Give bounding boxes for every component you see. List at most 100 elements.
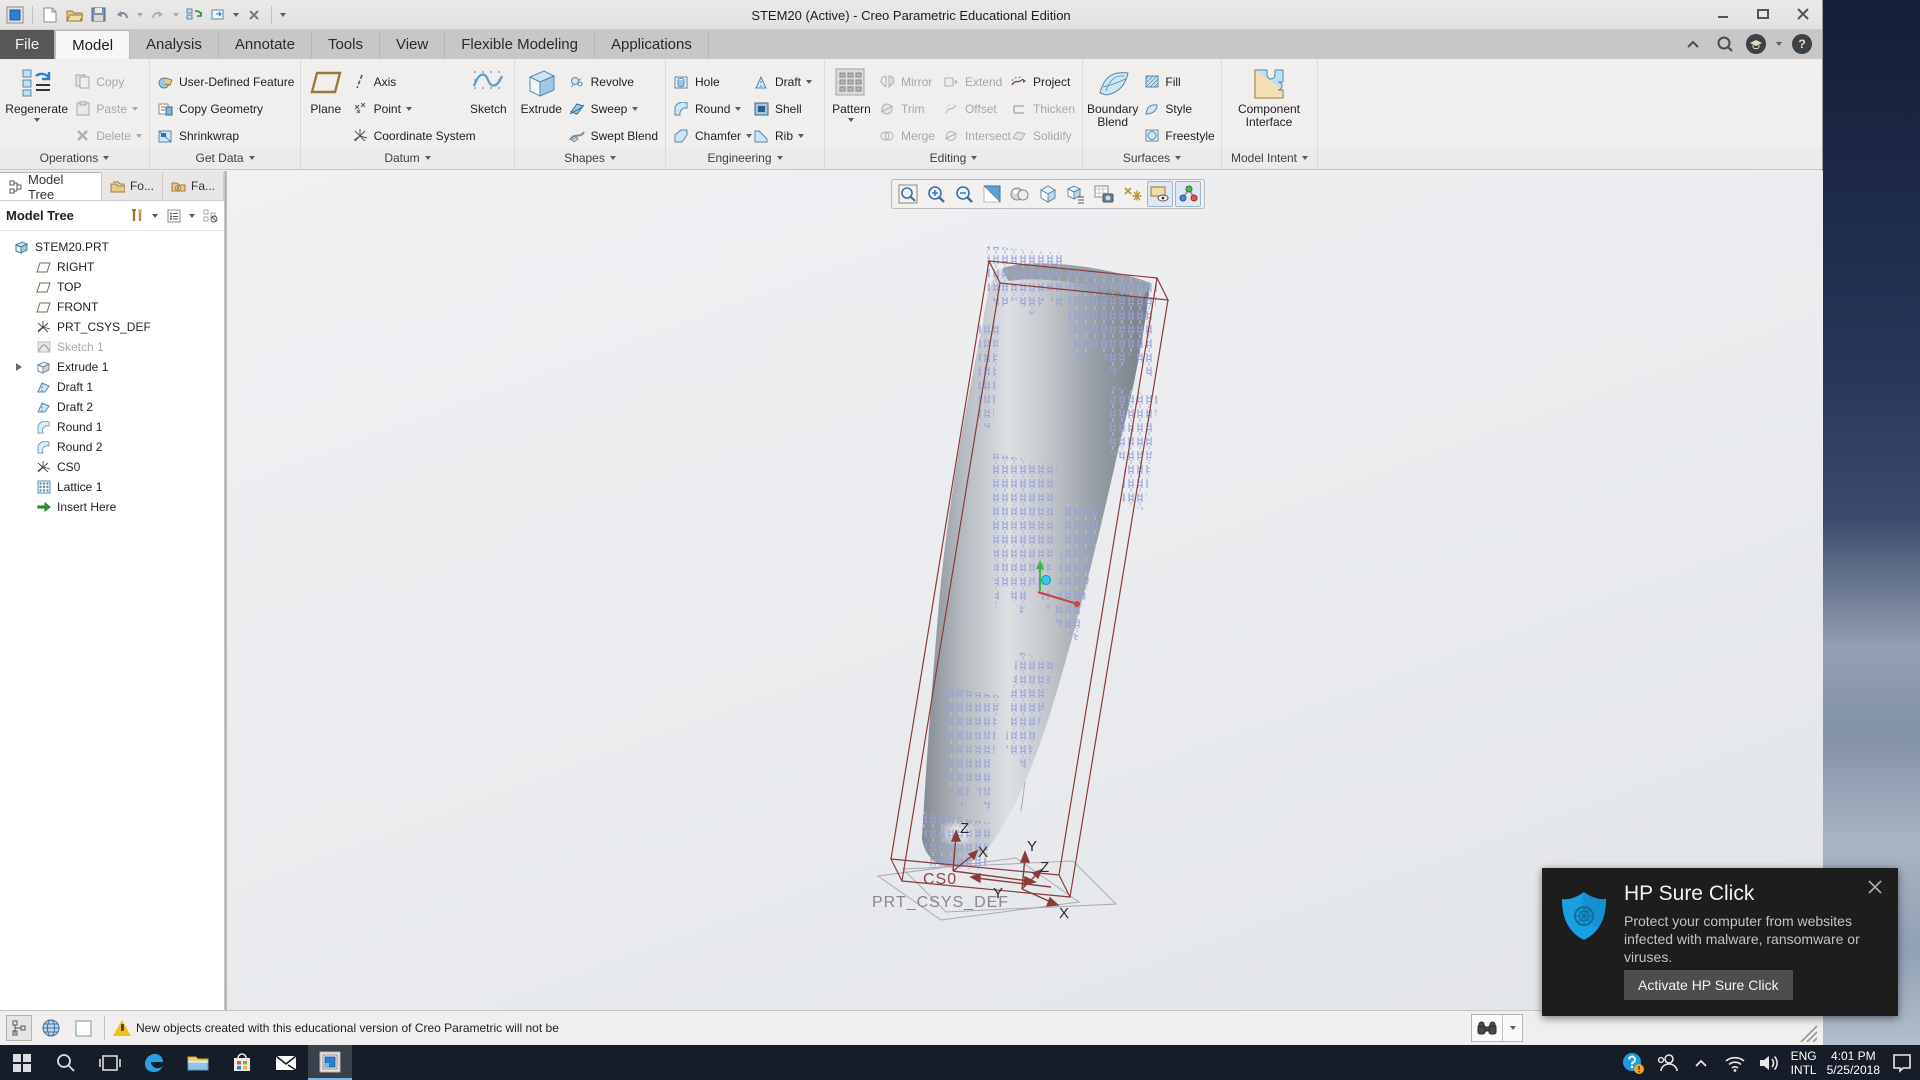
boundary-blend-button[interactable]: Boundary Blend <box>1087 62 1138 144</box>
pattern-button[interactable]: Pattern <box>829 62 874 144</box>
new-file-icon[interactable] <box>41 6 59 24</box>
fill-button[interactable]: Fill <box>1140 68 1217 95</box>
group-label-model-intent[interactable]: Model Intent <box>1222 146 1318 169</box>
tree-tools-icon[interactable] <box>129 208 144 223</box>
group-label-datum[interactable]: Datum <box>301 146 515 169</box>
tree-item-prt-csys-def[interactable]: PRT_CSYS_DEF <box>0 317 224 337</box>
close-button[interactable] <box>1790 4 1816 24</box>
hp-help-tray-icon[interactable] <box>1621 1048 1645 1078</box>
annotation-display-icon[interactable] <box>1147 181 1173 207</box>
window-resize-grip[interactable] <box>1799 1024 1819 1042</box>
toggle-model-tree-icon[interactable] <box>6 1015 32 1041</box>
zoom-in-icon[interactable] <box>923 181 949 207</box>
shrinkwrap-button[interactable]: Shrinkwrap <box>154 122 297 149</box>
tree-settings-caret[interactable] <box>189 214 195 218</box>
tree-item-part[interactable]: STEM20.PRT <box>0 237 224 257</box>
find-dropdown-caret[interactable] <box>1502 1015 1522 1041</box>
window-switch-caret[interactable] <box>233 13 239 17</box>
shell-button[interactable]: Shell <box>750 95 815 122</box>
group-label-engineering[interactable]: Engineering <box>666 146 825 169</box>
round-caret[interactable] <box>735 107 741 111</box>
start-button[interactable] <box>0 1045 44 1080</box>
view-manager-icon[interactable] <box>1063 181 1089 207</box>
rib-caret[interactable] <box>798 134 804 138</box>
regenerate-caret[interactable] <box>34 118 40 122</box>
open-file-icon[interactable] <box>65 6 83 24</box>
web-browser-icon[interactable] <box>38 1015 64 1041</box>
point-caret[interactable] <box>406 107 412 111</box>
save-icon[interactable] <box>89 6 107 24</box>
user-defined-feature-button[interactable]: User-Defined Feature <box>154 68 297 95</box>
project-button[interactable]: Project <box>1008 68 1078 95</box>
repaint-icon[interactable] <box>979 181 1005 207</box>
extrude-button[interactable]: Extrude <box>519 62 564 144</box>
copy-geometry-button[interactable]: Copy Geometry <box>154 95 297 122</box>
panel-tab-folder-browser[interactable]: Fo... <box>102 172 163 200</box>
expand-arrow-icon[interactable] <box>16 363 22 371</box>
regenerate-button[interactable]: Regenerate <box>4 62 69 144</box>
rib-button[interactable]: Rib <box>750 122 815 149</box>
tree-item-draft2[interactable]: Draft 2 <box>0 397 224 417</box>
pattern-caret[interactable] <box>848 118 854 122</box>
tray-overflow-chevron-icon[interactable] <box>1689 1048 1713 1078</box>
redo-dropdown-caret[interactable] <box>173 13 179 17</box>
draft-button[interactable]: Draft <box>750 68 815 95</box>
chamfer-button[interactable]: Chamfer <box>670 122 748 149</box>
tab-applications[interactable]: Applications <box>595 30 709 59</box>
tab-flexible-modeling[interactable]: Flexible Modeling <box>445 30 595 59</box>
panel-tab-favorites[interactable]: Fa... <box>163 172 224 200</box>
freestyle-button[interactable]: Freestyle <box>1140 122 1217 149</box>
educational-edition-icon[interactable] <box>1746 34 1766 54</box>
round-button[interactable]: Round <box>670 95 748 122</box>
language-indicator[interactable]: ENG INTL <box>1791 1049 1817 1077</box>
undo-icon[interactable] <box>113 6 131 24</box>
tree-item-round1[interactable]: Round 1 <box>0 417 224 437</box>
educational-dropdown-caret[interactable] <box>1776 42 1782 46</box>
spin-center-icon[interactable] <box>1175 181 1201 207</box>
qat-customize-caret[interactable] <box>280 13 286 17</box>
plane-button[interactable]: Plane <box>305 62 347 144</box>
swept-blend-button[interactable]: Swept Blend <box>566 122 661 149</box>
search-icon[interactable] <box>1714 33 1736 55</box>
tab-view[interactable]: View <box>380 30 445 59</box>
minimize-button[interactable] <box>1710 4 1736 24</box>
tree-item-insert-here[interactable]: Insert Here <box>0 497 224 517</box>
tree-item-cs0[interactable]: CS0 <box>0 457 224 477</box>
group-label-operations[interactable]: Operations <box>0 146 150 169</box>
tree-tools-caret[interactable] <box>152 214 158 218</box>
point-button[interactable]: Point <box>349 95 465 122</box>
sketch-button[interactable]: Sketch <box>467 62 510 144</box>
group-label-get-data[interactable]: Get Data <box>150 146 301 169</box>
action-center-icon[interactable] <box>1890 1048 1914 1078</box>
tree-item-round2[interactable]: Round 2 <box>0 437 224 457</box>
tree-item-front[interactable]: FRONT <box>0 297 224 317</box>
hole-button[interactable]: Hole <box>670 68 748 95</box>
axis-button[interactable]: Axis <box>349 68 465 95</box>
tree-filter-icon[interactable] <box>203 208 218 223</box>
taskbar-search-icon[interactable] <box>44 1045 88 1080</box>
coordinate-system-button[interactable]: Coordinate System <box>349 122 465 149</box>
tab-analysis[interactable]: Analysis <box>130 30 219 59</box>
group-label-shapes[interactable]: Shapes <box>515 146 666 169</box>
tree-item-extrude1[interactable]: Extrude 1 <box>0 357 224 377</box>
collapse-ribbon-icon[interactable] <box>1682 33 1704 55</box>
close-window-icon[interactable] <box>245 6 263 24</box>
tree-item-sketch1[interactable]: Sketch 1 <box>0 337 224 357</box>
tab-tools[interactable]: Tools <box>312 30 380 59</box>
sweep-button[interactable]: Sweep <box>566 95 661 122</box>
window-switch-icon[interactable] <box>209 6 227 24</box>
help-icon[interactable]: ? <box>1792 34 1812 54</box>
maximize-button[interactable] <box>1750 4 1776 24</box>
taskbar-clock[interactable]: 4:01 PM 5/25/2018 <box>1827 1049 1880 1077</box>
tree-item-lattice1[interactable]: Lattice 1 <box>0 477 224 497</box>
draft-caret[interactable] <box>806 80 812 84</box>
volume-tray-icon[interactable] <box>1757 1048 1781 1078</box>
saved-orientations-icon[interactable] <box>1035 181 1061 207</box>
tree-item-top[interactable]: TOP <box>0 277 224 297</box>
capture-image-icon[interactable] <box>1091 181 1117 207</box>
style-button[interactable]: Style <box>1140 95 1217 122</box>
display-style-icon[interactable] <box>1007 181 1033 207</box>
sweep-caret[interactable] <box>632 107 638 111</box>
tree-item-draft1[interactable]: Draft 1 <box>0 377 224 397</box>
edge-icon[interactable] <box>132 1045 176 1080</box>
